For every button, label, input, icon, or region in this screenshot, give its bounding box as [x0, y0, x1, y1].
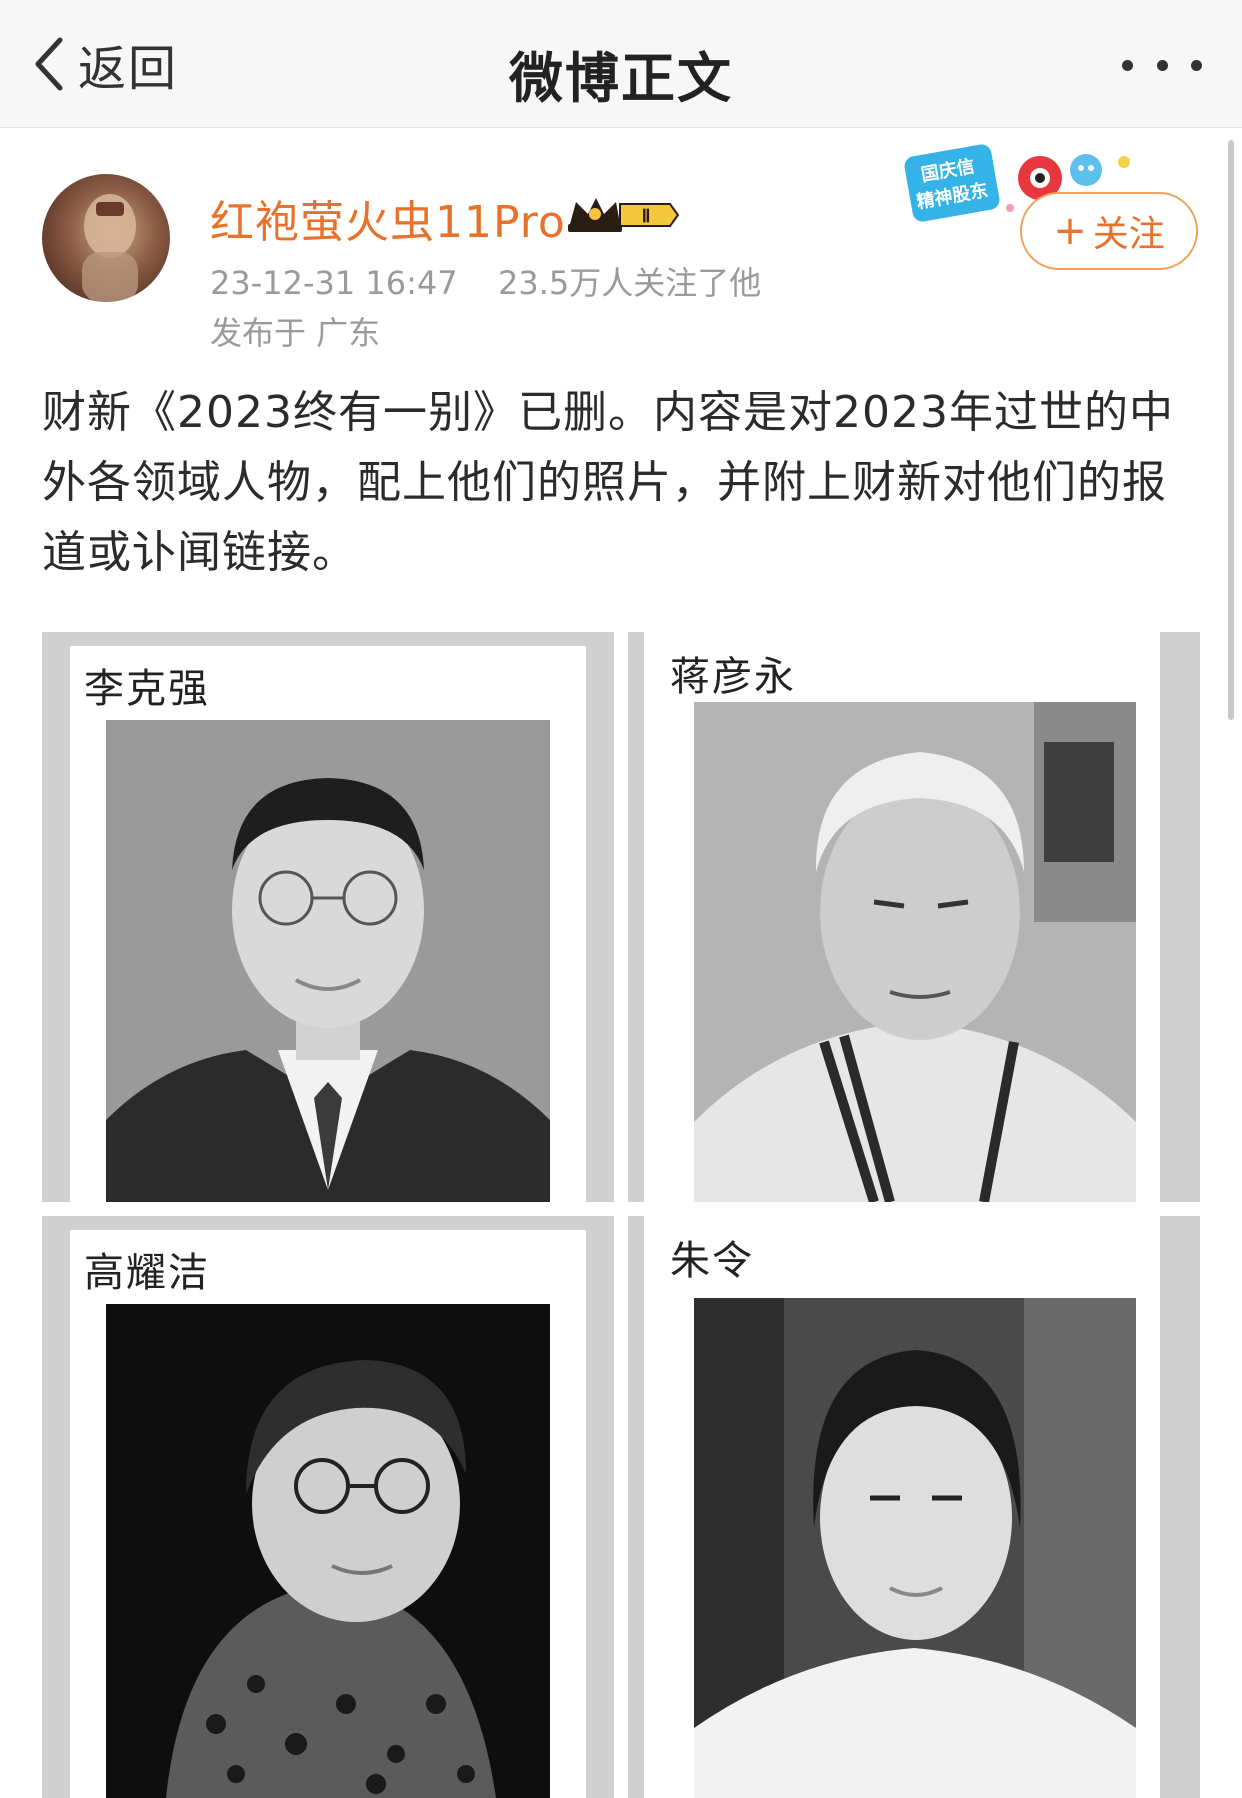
portrait-photo [106, 1304, 550, 1798]
image-cell[interactable]: 朱令 [628, 1216, 1200, 1798]
portrait-photo [694, 702, 1136, 1202]
image-caption: 朱令 [670, 1238, 754, 1284]
post-text: 财新《2023终有一别》已删。内容是对2023年过世的中外各领域人物，配上他们的… [42, 387, 1174, 578]
image-cell[interactable]: 高耀洁 [42, 1216, 614, 1798]
follow-label: 关注 [1092, 214, 1165, 255]
nav-bar: 返回 微博正文 [0, 0, 1242, 128]
vip-crown-icon: Ⅱ [568, 198, 680, 232]
image-caption: 高耀洁 [84, 1250, 210, 1296]
image-caption: 蒋彦永 [670, 654, 796, 700]
more-options-icon[interactable] [1122, 52, 1202, 78]
portrait-photo [694, 1298, 1136, 1798]
image-grid: 李克强 蒋彦永 高耀洁 朱令 [42, 632, 1200, 1798]
follow-button[interactable]: + 关注 [1020, 192, 1198, 270]
portrait-photo [106, 720, 550, 1202]
page-title: 微博正文 [509, 47, 733, 110]
image-cell[interactable]: 蒋彦永 [628, 632, 1200, 1202]
username[interactable]: 红袍萤火虫11Pro [210, 186, 566, 250]
image-cell[interactable]: 李克强 [42, 632, 614, 1202]
plus-icon: + [1053, 208, 1087, 254]
follower-count: 23.5万人关注了他 [497, 264, 762, 302]
post-meta: 23-12-31 16:47 23.5万人关注了他 [210, 258, 761, 304]
image-caption: 李克强 [84, 666, 210, 712]
post-time: 23-12-31 16:47 [210, 264, 458, 302]
avatar-image [82, 194, 138, 302]
avatar[interactable] [42, 174, 170, 302]
post-location: 发布于 广东 [210, 314, 381, 352]
vip-level-text: Ⅱ [642, 206, 651, 226]
scrollbar[interactable] [1228, 140, 1234, 720]
